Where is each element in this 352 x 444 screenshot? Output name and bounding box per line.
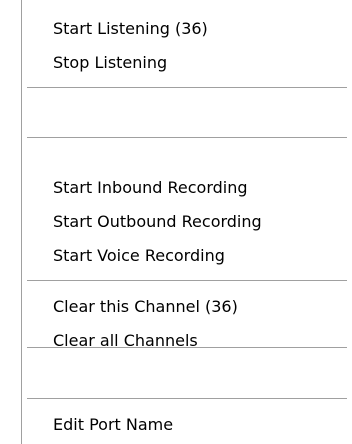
- context-menu: Start Listening (36) Stop Listening Star…: [21, 0, 351, 444]
- menu-separator: [27, 398, 347, 400]
- menu-item-start-outbound-recording[interactable]: Start Outbound Recording: [53, 209, 262, 235]
- menu-item-clear-all-channels[interactable]: Clear all Channels: [53, 328, 198, 354]
- menu-separator: [27, 280, 347, 282]
- menu-item-stop-listening[interactable]: Stop Listening: [53, 50, 167, 76]
- menu-separator: [27, 87, 347, 89]
- menu-separator: [27, 347, 347, 349]
- menu-item-start-voice-recording[interactable]: Start Voice Recording: [53, 243, 225, 269]
- menu-item-start-inbound-recording[interactable]: Start Inbound Recording: [53, 175, 248, 201]
- menu-separator: [27, 137, 347, 139]
- menu-item-edit-port-name[interactable]: Edit Port Name: [53, 412, 173, 438]
- menu-item-start-listening[interactable]: Start Listening (36): [53, 16, 208, 42]
- menu-item-clear-this-channel[interactable]: Clear this Channel (36): [53, 294, 238, 320]
